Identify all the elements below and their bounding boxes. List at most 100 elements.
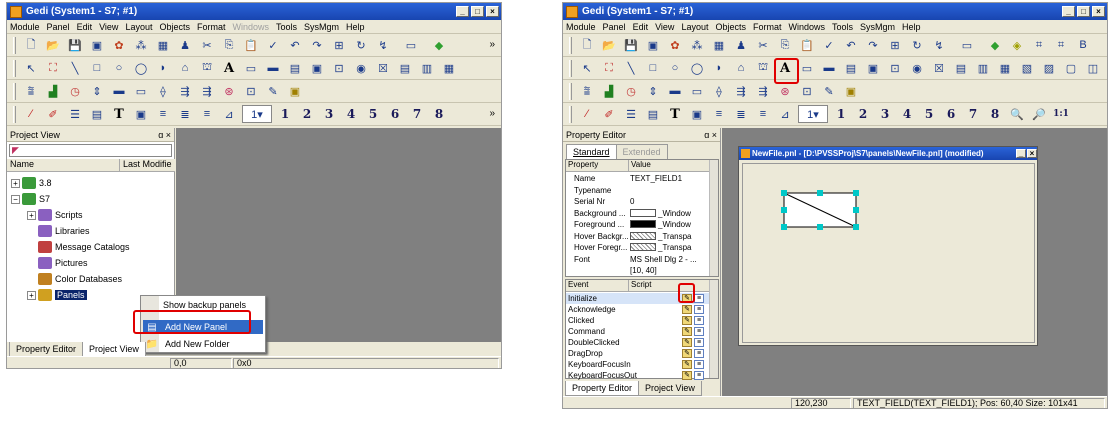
grid-icon[interactable]: ⊞ bbox=[330, 36, 348, 54]
open-folder-icon[interactable]: 📂 bbox=[600, 36, 618, 54]
align-center-icon[interactable]: ≣ bbox=[176, 105, 194, 123]
layer-icon[interactable]: ⊿ bbox=[776, 105, 794, 123]
bar-chart-icon[interactable]: ▟ bbox=[44, 82, 62, 100]
menu-panel[interactable]: Panel bbox=[47, 22, 70, 32]
toolbar-grip[interactable] bbox=[13, 36, 16, 54]
checkbox-icon[interactable]: ☒ bbox=[930, 59, 948, 77]
expander-icon[interactable]: − bbox=[11, 194, 20, 204]
property-value[interactable]: TEXT_FIELD1 bbox=[628, 173, 682, 184]
textfield-icon[interactable]: ▭ bbox=[242, 59, 260, 77]
property-row[interactable]: Font MS Shell Dlg 2 - ... bbox=[566, 254, 710, 265]
save-all-icon[interactable]: ▣ bbox=[88, 36, 106, 54]
toolbar-more-icon[interactable]: » bbox=[489, 39, 495, 50]
menu-panel[interactable]: Panel bbox=[603, 22, 626, 32]
menu-windows[interactable]: Windows bbox=[233, 22, 270, 32]
layer-combo[interactable]: 1▾ bbox=[798, 105, 828, 123]
toolbar-grip[interactable] bbox=[13, 59, 16, 77]
arc-icon[interactable]: ◗ bbox=[710, 59, 728, 77]
paint-icon[interactable]: ◆ bbox=[430, 36, 448, 54]
combobox-icon[interactable]: ▤ bbox=[396, 59, 414, 77]
textbox-icon[interactable]: ▣ bbox=[688, 105, 706, 123]
tree-item[interactable]: Message Catalogs bbox=[27, 240, 130, 254]
dock-close-icon[interactable]: ɑ × bbox=[704, 130, 717, 140]
tree-item[interactable]: − S7 bbox=[11, 192, 50, 206]
line-color-icon[interactable]: ⁄ bbox=[578, 105, 596, 123]
tab-project-view[interactable]: Project View bbox=[82, 342, 146, 357]
dde-icon[interactable]: ⊛ bbox=[220, 82, 238, 100]
menu-edit[interactable]: Edit bbox=[633, 22, 649, 32]
tree-item[interactable]: +3.8 bbox=[11, 176, 52, 190]
layer-2-button[interactable]: 2 bbox=[298, 105, 316, 123]
edit-script-icon[interactable]: ✎ bbox=[682, 327, 692, 336]
expander-icon[interactable] bbox=[27, 243, 36, 252]
select-icon[interactable]: ↖ bbox=[22, 59, 40, 77]
event-scrollbar[interactable] bbox=[709, 280, 718, 378]
ungroup-icon[interactable]: ⌗ bbox=[1052, 36, 1070, 54]
ellipse-icon[interactable]: ○ bbox=[666, 59, 684, 77]
tab-property-editor[interactable]: Property Editor bbox=[9, 342, 84, 357]
menu-format[interactable]: Format bbox=[753, 22, 782, 32]
users-icon[interactable]: ♟ bbox=[732, 36, 750, 54]
label-icon[interactable]: ▣ bbox=[864, 59, 882, 77]
event-row[interactable]: Command ✎ ≡ bbox=[566, 326, 710, 337]
menu-format[interactable]: Format bbox=[197, 22, 226, 32]
expander-icon[interactable] bbox=[27, 275, 36, 284]
label-icon[interactable]: ▣ bbox=[308, 59, 326, 77]
new-file-icon[interactable]: 🗋 bbox=[22, 36, 40, 54]
toolbar-grip[interactable] bbox=[569, 82, 572, 100]
column-value[interactable]: Value bbox=[628, 160, 710, 171]
script-file-icon[interactable]: ≡ bbox=[694, 316, 704, 325]
zoom-in-icon[interactable]: 🔍 bbox=[1008, 105, 1026, 123]
copy-icon[interactable]: ⎘ bbox=[220, 36, 238, 54]
grid-icon[interactable]: ⊞ bbox=[886, 36, 904, 54]
menu-help[interactable]: Help bbox=[346, 22, 365, 32]
line-icon[interactable]: ╲ bbox=[622, 59, 640, 77]
edit-script-icon[interactable]: ✎ bbox=[682, 338, 692, 347]
event-row[interactable]: DragDrop ✎ ≡ bbox=[566, 348, 710, 359]
dde-icon[interactable]: ⊛ bbox=[776, 82, 794, 100]
event-row[interactable]: KeyboardFocusIn ✎ ≡ bbox=[566, 359, 710, 370]
tab-project-view[interactable]: Project View bbox=[638, 381, 702, 396]
panel-close-button[interactable]: × bbox=[1027, 149, 1037, 158]
embedded-icon[interactable]: ⊡ bbox=[242, 82, 260, 100]
fill-color-icon[interactable]: ✐ bbox=[44, 105, 62, 123]
circle-icon[interactable]: ◯ bbox=[132, 59, 150, 77]
script-file-icon[interactable]: ≡ bbox=[694, 360, 704, 369]
selector-icon[interactable]: ⟠ bbox=[710, 82, 728, 100]
align-right-icon[interactable]: ≡ bbox=[198, 105, 216, 123]
list-icon[interactable]: ▥ bbox=[974, 59, 992, 77]
polygon-icon[interactable]: ⌂ bbox=[732, 59, 750, 77]
clock-icon[interactable]: ◷ bbox=[66, 82, 84, 100]
progress-icon[interactable]: ▬ bbox=[666, 82, 684, 100]
layer-icon[interactable]: ⊿ bbox=[220, 105, 238, 123]
menu-show-backup-panels[interactable]: Show backup panels bbox=[163, 300, 246, 310]
toolbar-grip[interactable] bbox=[569, 36, 572, 54]
menu-objects[interactable]: Objects bbox=[715, 22, 746, 32]
layer-8-button[interactable]: 8 bbox=[986, 105, 1004, 123]
menu-view[interactable]: View bbox=[99, 22, 118, 32]
tab-standard[interactable]: Standard bbox=[566, 144, 617, 160]
textbox-icon[interactable]: ▣ bbox=[132, 105, 150, 123]
menu-edit[interactable]: Edit bbox=[77, 22, 93, 32]
ellipse-icon[interactable]: ○ bbox=[110, 59, 128, 77]
undo-icon[interactable]: ↶ bbox=[842, 36, 860, 54]
toolbar-grip[interactable] bbox=[569, 105, 572, 123]
rectangle-tool-icon[interactable]: □ bbox=[644, 59, 662, 77]
image-icon[interactable]: ▦ bbox=[154, 36, 172, 54]
font-icon[interactable]: T bbox=[110, 105, 128, 123]
layer-4-button[interactable]: 4 bbox=[342, 105, 360, 123]
arc-icon[interactable]: ◗ bbox=[154, 59, 172, 77]
font-icon[interactable]: T bbox=[666, 105, 684, 123]
bar-chart-icon[interactable]: ▟ bbox=[600, 82, 618, 100]
pipe2-icon[interactable]: ⇶ bbox=[198, 82, 216, 100]
clock-icon[interactable]: ◷ bbox=[622, 82, 640, 100]
table-icon[interactable]: ▤ bbox=[842, 59, 860, 77]
property-row[interactable]: Name TEXT_FIELD1 bbox=[566, 173, 710, 184]
script-file-icon[interactable]: ≡ bbox=[694, 327, 704, 336]
expander-icon[interactable] bbox=[27, 259, 36, 268]
minimize-button[interactable]: _ bbox=[1062, 6, 1075, 17]
frame-icon[interactable]: ⊡ bbox=[886, 59, 904, 77]
close-button[interactable]: × bbox=[486, 6, 499, 17]
toolbar-grip[interactable] bbox=[13, 82, 16, 100]
edit-script-icon[interactable]: ✎ bbox=[682, 316, 692, 325]
